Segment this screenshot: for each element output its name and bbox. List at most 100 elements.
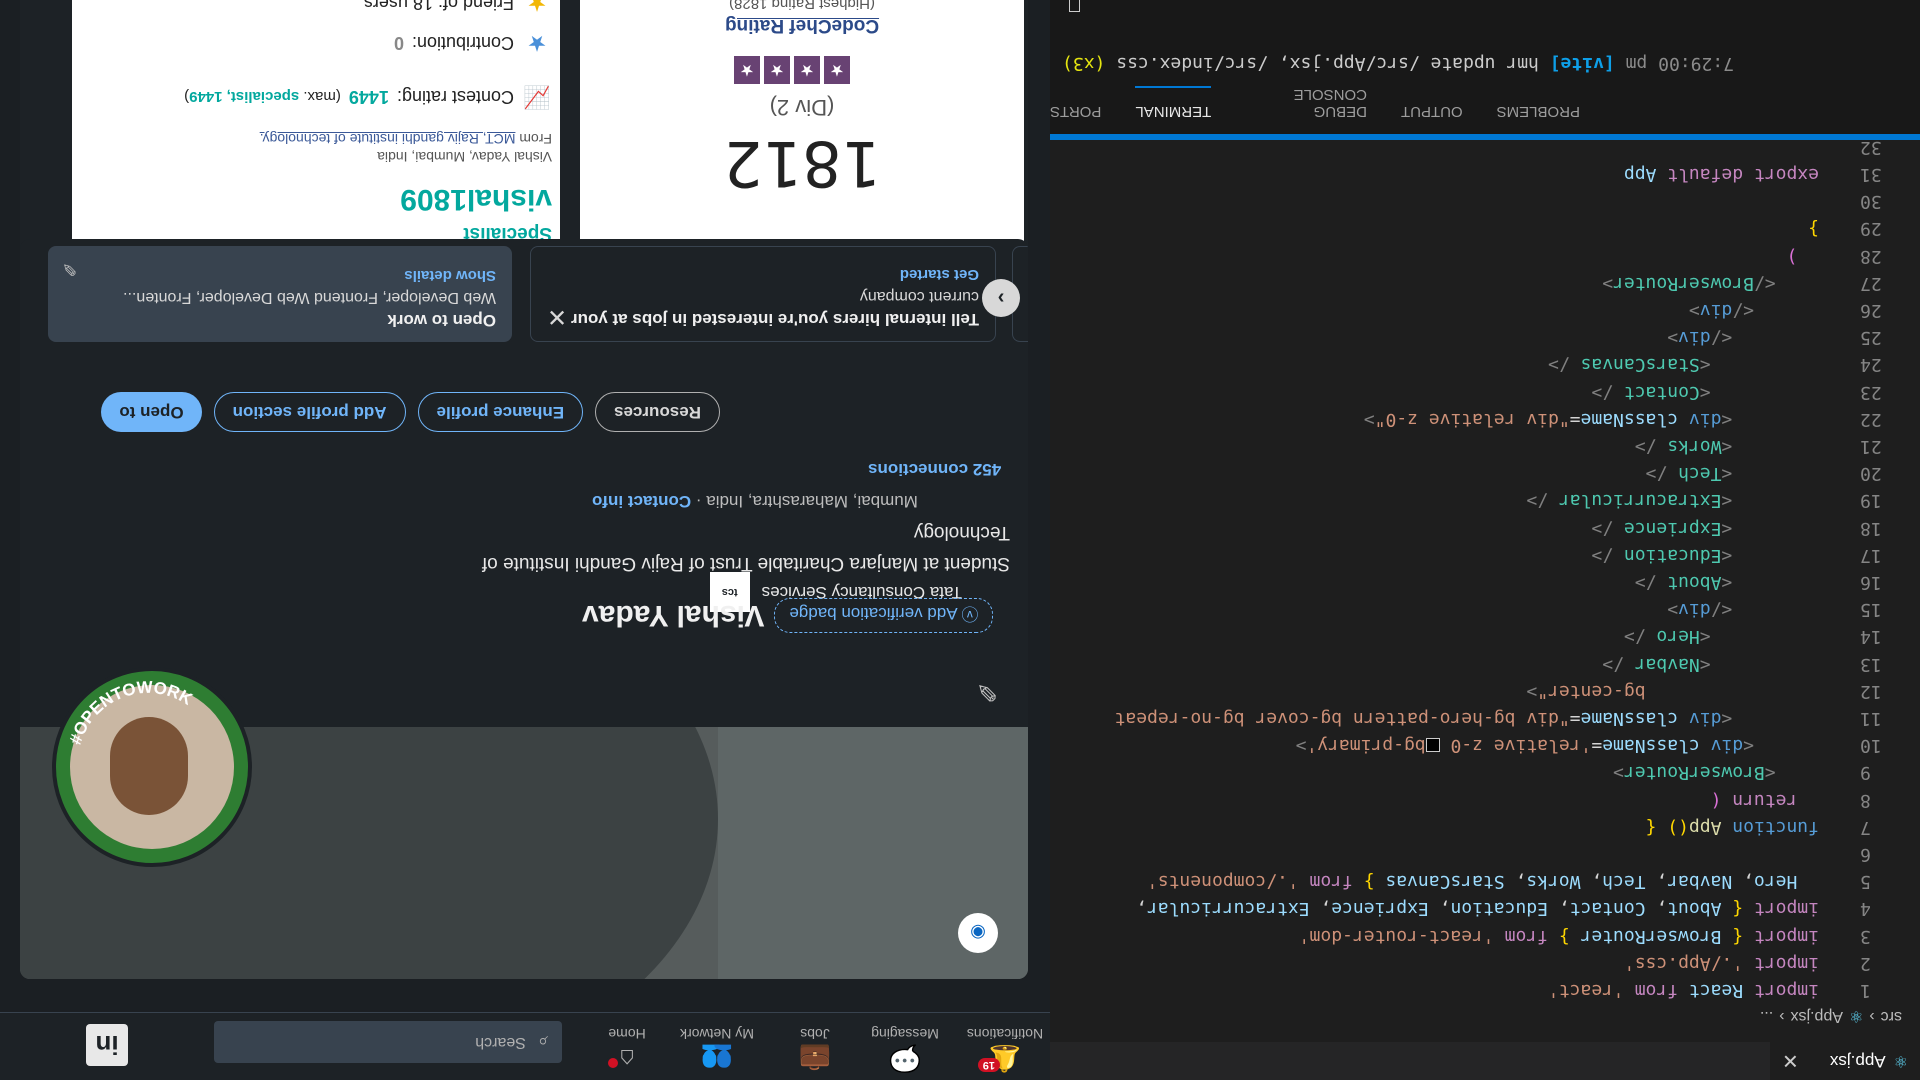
code-line[interactable]: 7 function App() { [1050, 814, 1920, 841]
open-to-work-card[interactable]: Open to work Web Developer, Frontend Web… [48, 246, 512, 342]
close-icon[interactable]: ✕ [1782, 1049, 1799, 1074]
code-line[interactable]: 19 <Extracurricular /> [1050, 487, 1920, 514]
nav-notifications[interactable]: 🔔 19 Notifications [960, 1026, 1050, 1076]
linkedin-logo[interactable]: in [86, 1024, 128, 1066]
code-line[interactable]: 25 </div> [1050, 324, 1920, 351]
code-line[interactable]: 1 import React from 'react' [1050, 977, 1920, 1004]
code-line[interactable]: 14 <Hero /> [1050, 623, 1920, 650]
code-line[interactable]: 15 </div> [1050, 596, 1920, 623]
contest-max-rank: specialist, 1449 [189, 88, 300, 106]
nav-jobs[interactable]: 💼 Jobs [770, 1026, 860, 1076]
code-line[interactable]: 26 </div> [1050, 297, 1920, 324]
code-line[interactable]: 28 ) [1050, 243, 1920, 270]
terminal-message: hmr update /src/App.jsx, /src/index.css [1116, 53, 1539, 74]
code-line[interactable]: 3 import { BrowserRouter } from 'react-ro… [1050, 923, 1920, 950]
breadcrumb-src[interactable]: src [1881, 1007, 1902, 1025]
search-input[interactable]: ⌕ Search [214, 1021, 562, 1063]
network-icon: 👥 [700, 1044, 734, 1074]
enhance-profile-button[interactable]: Enhance profile [417, 392, 584, 432]
code-text: <Exprience /> [1591, 517, 1733, 539]
contest-max-suffix: ) [184, 88, 190, 106]
profile-actions: Open to Add profile section Enhance prof… [101, 392, 720, 432]
code-line[interactable]: 8 return ( [1050, 787, 1920, 814]
star-icon: ★ [794, 56, 820, 84]
codeforces-handle[interactable]: vishal1809 [400, 182, 552, 216]
get-started-link[interactable]: Get started [547, 266, 979, 283]
line-number: 18 [1860, 517, 1882, 539]
code-line[interactable]: 30 [1050, 188, 1920, 215]
code-line[interactable]: 21 <Works /> [1050, 433, 1920, 460]
nav-my-network[interactable]: 👥 My Network [672, 1026, 762, 1076]
code-line[interactable]: 18 <Exprience /> [1050, 515, 1920, 542]
resources-button[interactable]: Resources [595, 392, 720, 432]
code-line[interactable]: 10 <div className='relative z-0 bg-prima… [1050, 732, 1920, 759]
connections-link[interactable]: 452 connections [868, 459, 1001, 479]
codechef-card[interactable]: 1812 (Div 2) ★ ★ ★ ★ CodeChef Rating (Hi… [580, 0, 1024, 262]
code-line[interactable]: 12 bg-center"> [1050, 678, 1920, 705]
code-line[interactable]: 31 export default App [1050, 161, 1920, 188]
codeforces-location: Vishal Yadav, Mumbai, India [377, 149, 552, 165]
codechef-highest: (Highest Rating 1828) [729, 0, 875, 12]
code-line[interactable]: 9 <BrowserRouter> [1050, 759, 1920, 786]
code-line[interactable]: 23 <Contact /> [1050, 379, 1920, 406]
code-line[interactable]: 20 <Tech /> [1050, 460, 1920, 487]
line-number: 21 [1860, 436, 1882, 457]
code-line[interactable]: 29} [1050, 215, 1920, 242]
add-verification-badge-button[interactable]: ⓥ Add verification badge [774, 598, 994, 633]
code-text: bg-center"> [1526, 680, 1646, 702]
breadcrumb-file[interactable]: App.jsx [1791, 1007, 1843, 1025]
nav-home[interactable]: ⌂ Home [582, 1026, 672, 1076]
tab-debug-console[interactable]: DEBUG CONSOLE [1245, 86, 1367, 120]
line-number: 30 [1860, 191, 1882, 213]
contact-info-link[interactable]: Contact info [592, 492, 691, 511]
code-line[interactable]: 22 <div className="div relative z-0"> [1050, 406, 1920, 433]
terminal-tool: [vite] [1549, 53, 1615, 74]
codechef-title-link[interactable]: CodeChef Rating [580, 14, 1024, 36]
tab-app-jsx[interactable]: ⚛ App.jsx ✕ [1770, 1042, 1920, 1080]
svg-text:#OPENTOWORK: #OPENTOWORK [66, 678, 196, 747]
edit-pencil-icon[interactable]: ✎ [976, 676, 998, 707]
code-line[interactable]: 17 <Education /> [1050, 542, 1920, 569]
tab-terminal[interactable]: TERMINAL [1135, 86, 1212, 120]
code-line[interactable]: 24 <StarsCanvas /> [1050, 351, 1920, 378]
nav-messaging[interactable]: 💬 Messaging [860, 1026, 950, 1076]
codeforces-from: Vishal Yadav, Mumbai, India From MCT, Ra… [260, 130, 552, 166]
star-icon: ★ [824, 56, 850, 84]
internal-hirers-card[interactable]: Tell internal hirers you're interested i… [530, 246, 996, 342]
add-profile-section-button[interactable]: Add profile section [213, 392, 406, 432]
tab-output[interactable]: OUTPUT [1401, 86, 1463, 120]
edit-pencil-icon[interactable]: ✎ [62, 258, 77, 279]
code-text: </div> [1667, 599, 1733, 621]
panel-divider[interactable] [1050, 134, 1920, 140]
codeforces-card[interactable]: Specialist vishal1809 Vishal Yadav, Mumb… [72, 0, 560, 262]
profile-location: Mumbai, Maharashtra, India · Contact inf… [592, 492, 918, 511]
code-line[interactable]: 2 import './App.css' [1050, 950, 1920, 977]
open-to-button[interactable]: Open to [101, 392, 202, 432]
show-details-link[interactable]: Show details [64, 267, 496, 284]
line-number: 15 [1860, 599, 1882, 621]
tab-ports[interactable]: PORTS [1050, 86, 1101, 120]
close-icon[interactable]: ✕ [547, 302, 567, 331]
code-line[interactable]: 11 <div className="div bg-hero-pattern b… [1050, 705, 1920, 732]
chevron-right-icon: › [1779, 1008, 1785, 1025]
avatar[interactable]: #OPENTOWORK [52, 667, 252, 867]
code-line[interactable]: 13 <Navbar /> [1050, 651, 1920, 678]
line-number: 28 [1860, 245, 1882, 267]
code-text: </div> [1688, 300, 1754, 321]
breadcrumb-symbol[interactable]: ... [1760, 1007, 1773, 1025]
line-number: 17 [1860, 544, 1882, 566]
terminal-count: (x3) [1062, 53, 1106, 74]
contest-value: 1449 [348, 87, 389, 108]
camera-icon[interactable]: ◉ [958, 913, 998, 953]
tab-problems[interactable]: PROBLEMS [1497, 86, 1580, 120]
code-line[interactable]: 4 import { About, Contact, Education, Exp… [1050, 895, 1920, 922]
code-line[interactable]: 27 </BrowserRouter> [1050, 270, 1920, 297]
line-number: 5 [1860, 871, 1871, 893]
code-editor[interactable]: 1 import React from 'react' 2 import './App… [1050, 134, 1920, 1004]
chevron-right-icon[interactable]: › [982, 279, 1020, 317]
code-line[interactable]: 5 Hero, Navbar, Tech, Works, StarsCanvas… [1050, 868, 1920, 895]
breadcrumb: src › ⚛ App.jsx › ... [1760, 1006, 1902, 1026]
code-line[interactable]: 16 <About /> [1050, 569, 1920, 596]
codeforces-org-link[interactable]: MCT, Rajiv gandhi institute of technolog… [260, 131, 516, 147]
code-line[interactable]: 6 [1050, 841, 1920, 868]
